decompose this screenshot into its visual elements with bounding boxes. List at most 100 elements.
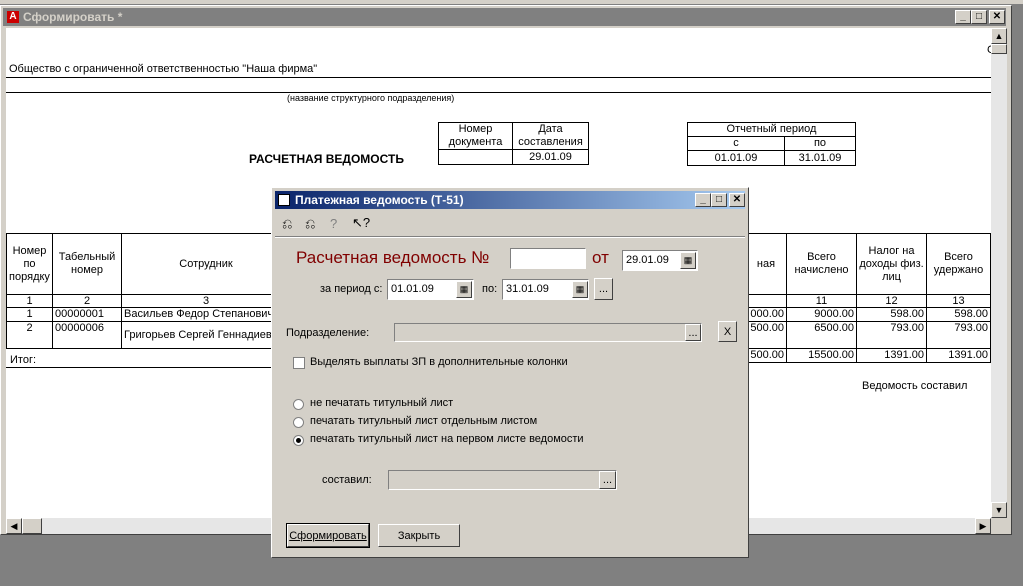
total-accrued: 15500.00 <box>786 348 857 363</box>
minimize-icon[interactable]: _ <box>955 10 971 24</box>
backdrop <box>1012 0 1023 586</box>
extra-columns-label: Выделять выплаты ЗП в дополнительные кол… <box>310 356 568 368</box>
row1-tax: 598.00 <box>856 307 927 322</box>
col-header-tabnum: Табельный номер <box>52 233 122 295</box>
redo-icon[interactable]: ⎌ <box>305 216 315 232</box>
row2-accrued: 6500.00 <box>786 321 857 349</box>
row2-tax: 793.00 <box>856 321 927 349</box>
radio-separate-title[interactable] <box>293 417 304 428</box>
calendar-icon[interactable]: ▦ <box>572 281 588 298</box>
period-select-button[interactable]: ... <box>594 278 613 300</box>
col-num: 11 <box>786 294 857 308</box>
row2-withheld: 793.00 <box>926 321 991 349</box>
total-tax: 1391.00 <box>856 348 927 363</box>
scroll-thumb[interactable] <box>991 44 1007 54</box>
maximize-icon[interactable]: □ <box>971 10 987 24</box>
undo-icon[interactable]: ⎌ <box>282 216 292 232</box>
close-button[interactable]: Закрыть <box>378 524 460 547</box>
subdivision-input[interactable] <box>394 323 702 342</box>
period-caption: Отчетный период <box>687 122 856 137</box>
radio-title-first-sheet[interactable] <box>293 435 304 446</box>
row2-tabnum: 00000006 <box>52 321 122 349</box>
close-icon[interactable]: ✕ <box>989 10 1005 24</box>
row1-c10: 000.00 <box>746 307 787 322</box>
col-num: 13 <box>926 294 991 308</box>
row1-withheld: 598.00 <box>926 307 991 322</box>
row2-c10: 500.00 <box>746 321 787 349</box>
vertical-scrollbar[interactable]: ▲ ▼ <box>991 28 1007 518</box>
dialog-title: Платежная ведомость (Т-51) <box>295 193 464 207</box>
radio-separate-title-label: печатать титульный лист отдельным листом <box>310 415 538 427</box>
scroll-left-icon[interactable]: ◀ <box>6 518 22 534</box>
close-icon[interactable]: ✕ <box>729 193 745 207</box>
calendar-icon[interactable]: ▦ <box>680 252 696 269</box>
col-header-number: Номер по порядку <box>6 233 53 295</box>
extra-columns-checkbox[interactable] <box>293 357 305 369</box>
col-header-accrued: Всего начислено <box>786 233 857 295</box>
col-num <box>746 294 787 308</box>
composer-select-button[interactable]: ... <box>599 471 616 489</box>
col-num: 1 <box>6 294 53 308</box>
scroll-up-icon[interactable]: ▲ <box>991 28 1007 44</box>
col-header-withheld: Всего удержано <box>926 233 991 295</box>
doc-date-value: 29.01.09 <box>512 149 589 165</box>
period-to-value: 31.01.09 <box>784 150 856 166</box>
composed-by-label: Ведомость составил <box>862 380 968 392</box>
form-icon <box>278 194 290 206</box>
row2-employee: Григорьев Сергей Геннадиевич <box>121 321 291 349</box>
col-num: 12 <box>856 294 927 308</box>
help-icon[interactable]: ? <box>330 216 337 231</box>
row1-employee: Васильев Федор Степанович <box>121 307 291 322</box>
period-label: за период с: <box>320 283 383 295</box>
row1-accrued: 9000.00 <box>786 307 857 322</box>
subdivision-clear-button[interactable]: X <box>718 321 737 342</box>
period-from-value: 01.01.09 <box>687 150 785 166</box>
payroll-dialog: Платежная ведомость (Т-51) _ □ ✕ ⎌ ⎌ ? ↖… <box>271 187 749 558</box>
row1-tabnum: 00000001 <box>52 307 122 322</box>
report-title: РАСЧЕТНАЯ ВЕДОМОСТЬ <box>249 152 404 166</box>
dialog-heading: Расчетная ведомость № <box>296 248 490 267</box>
col-header-partial: ная <box>746 233 787 295</box>
generate-button[interactable]: Сформировать <box>286 523 370 548</box>
total-c10: 500.00 <box>746 348 787 363</box>
col-header-employee: Сотрудник <box>121 233 291 295</box>
backdrop <box>0 0 1023 4</box>
divider <box>6 92 991 93</box>
subdivision-caption: (название структурного подразделения) <box>287 93 455 103</box>
radio-no-title-label: не печатать титульный лист <box>310 397 454 409</box>
calendar-icon[interactable]: ▦ <box>456 281 472 298</box>
period-to-label: по: <box>482 283 498 295</box>
scroll-down-icon[interactable]: ▼ <box>991 502 1007 518</box>
col-num: 3 <box>121 294 291 308</box>
composer-input[interactable] <box>388 470 617 490</box>
divider <box>6 367 276 368</box>
maximize-icon[interactable]: □ <box>711 193 727 207</box>
window-title: Сформировать * <box>23 10 123 24</box>
radio-title-first-sheet-label: печатать титульный лист на первом листе … <box>310 433 584 445</box>
total-label: Итог: <box>10 354 37 366</box>
divider <box>275 236 745 238</box>
minimize-icon[interactable]: _ <box>695 193 711 207</box>
scroll-thumb[interactable] <box>22 518 42 534</box>
row2-n: 2 <box>6 321 53 349</box>
period-from-label: с <box>687 136 785 151</box>
org-name: Общество с ограниченной ответственностью… <box>9 63 318 75</box>
row1-n: 1 <box>6 307 53 322</box>
scroll-right-icon[interactable]: ▶ <box>975 518 991 534</box>
dialog-titlebar[interactable]: Платежная ведомость (Т-51) _ □ ✕ <box>275 191 745 209</box>
window-titlebar[interactable]: A Сформировать * _ □ ✕ <box>3 8 1006 26</box>
doc-number-header: Номер документа <box>438 122 513 150</box>
subdivision-label: Подразделение: <box>286 327 370 339</box>
col-header-tax: Налог на доходы физ. лиц <box>856 233 927 295</box>
composer-label: составил: <box>322 474 372 486</box>
doc-number-value <box>438 149 513 165</box>
total-withheld: 1391.00 <box>926 348 991 363</box>
period-to-label: по <box>784 136 856 151</box>
doc-date-header: Дата составления <box>512 122 589 150</box>
radio-no-title[interactable] <box>293 399 304 410</box>
col-num: 2 <box>52 294 122 308</box>
subdivision-select-button[interactable]: ... <box>685 324 701 341</box>
context-help-icon[interactable]: ↖? <box>352 215 370 231</box>
doc-number-input[interactable] <box>510 248 586 269</box>
from-word: от <box>592 248 609 267</box>
